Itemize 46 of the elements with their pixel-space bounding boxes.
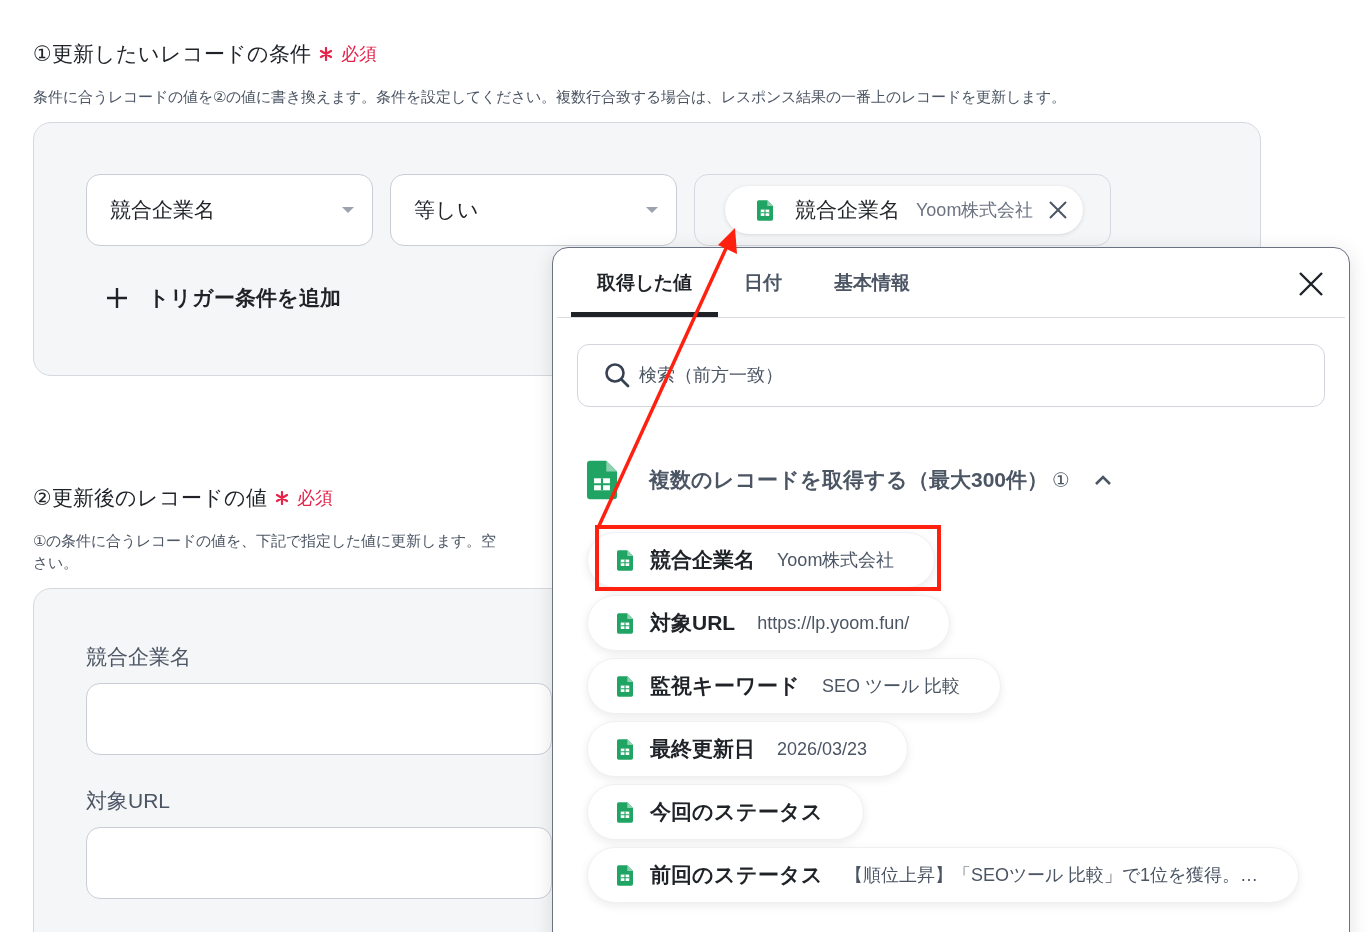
asterisk-icon (274, 491, 289, 505)
input-field[interactable] (86, 827, 552, 899)
section-description: ①の条件に合うレコードの値を、下記で指定した値に更新します。空 (33, 531, 497, 551)
spreadsheet-icon (617, 738, 633, 760)
value-item[interactable]: 今回のステータス (587, 784, 864, 840)
value-field[interactable]: 競合企業名 Yoom株式会社 (694, 174, 1111, 246)
chip-value: Yoom株式会社 (916, 199, 1034, 222)
value-item[interactable]: 最終更新日 2026/03/23 (587, 721, 909, 777)
section-description: さい。 (33, 553, 78, 573)
chevron-up-icon[interactable] (1094, 474, 1112, 486)
spreadsheet-icon (617, 675, 633, 697)
group-title: 複数のレコードを取得する（最大300件） (649, 467, 1049, 493)
section-description: 条件に合うレコードの値を②の値に書き換えます。条件を設定してください。複数行合致する場合は、レスポンス結果の一番上のレコードを更新します。 (33, 87, 1067, 107)
picker-tab[interactable]: 日付 (718, 248, 808, 317)
asterisk-icon (318, 47, 333, 61)
select-field[interactable]: 等しい (390, 174, 677, 246)
dropdown-caret-icon (342, 207, 354, 213)
field-label: 対象URL (86, 788, 170, 814)
select-field[interactable]: 競合企業名 (86, 174, 373, 246)
spreadsheet-icon (617, 864, 633, 886)
value-item[interactable]: 監視キーワード SEO ツール 比較 (587, 658, 1001, 714)
dropdown-caret-icon (646, 207, 658, 213)
required-label: 必須 (296, 487, 333, 510)
spreadsheet-icon (617, 549, 633, 571)
picker-tab[interactable]: 基本情報 (808, 248, 936, 317)
add-condition-button[interactable]: トリガー条件を追加 (106, 284, 341, 312)
spreadsheet-icon (757, 199, 773, 221)
spreadsheet-icon (617, 801, 633, 823)
chip-label: 競合企業名 (795, 197, 900, 223)
close-icon[interactable] (1299, 272, 1323, 296)
info-mark: ① (1052, 468, 1070, 492)
value-chip[interactable]: 競合企業名 Yoom株式会社 (725, 186, 1084, 234)
section-title: ①更新したいレコードの条件 (33, 41, 311, 67)
input-field[interactable] (86, 683, 552, 755)
value-item[interactable]: 競合企業名 Yoom株式会社 (587, 532, 936, 588)
spreadsheet-icon (587, 460, 617, 500)
picker-tab[interactable]: 取得した値 (571, 248, 718, 317)
required-label: 必須 (340, 43, 377, 66)
close-icon[interactable] (1049, 201, 1068, 219)
value-item[interactable]: 対象URL https://lp.yoom.fun/ (587, 595, 951, 651)
value-item[interactable]: 前回のステータス 【順位上昇】「SEOツール 比較」で1位を獲得。… (587, 847, 1300, 903)
section-title: ②更新後のレコードの値 (33, 485, 267, 511)
field-label: 競合企業名 (86, 644, 191, 670)
plus-icon (106, 287, 128, 309)
spreadsheet-icon (617, 612, 633, 634)
search-icon (604, 362, 630, 388)
